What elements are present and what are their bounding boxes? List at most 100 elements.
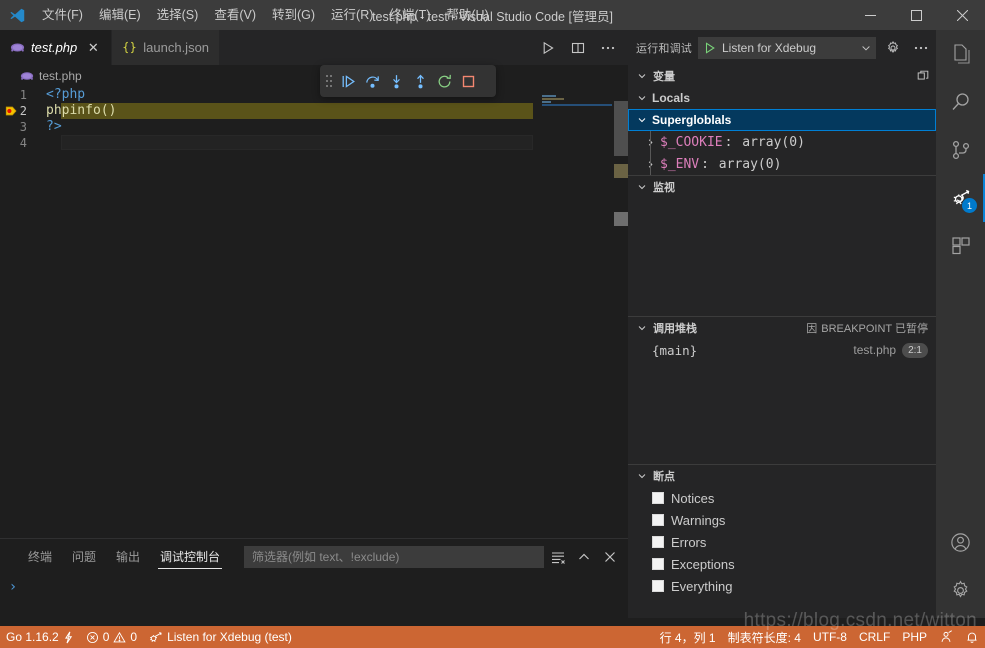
- breakpoint-item[interactable]: Warnings: [628, 509, 936, 531]
- debug-configuration-select[interactable]: Listen for Xdebug: [698, 37, 876, 59]
- maximize-panel-button[interactable]: [572, 545, 596, 569]
- debug-step-out-icon: [412, 73, 429, 90]
- breakpoint-item[interactable]: Everything: [628, 575, 936, 597]
- variable-row[interactable]: $_ENV: array(0): [628, 153, 936, 175]
- status-notifications[interactable]: [959, 626, 985, 648]
- menu-edit[interactable]: 编辑(E): [91, 0, 149, 30]
- breakpoint-item[interactable]: Exceptions: [628, 553, 936, 575]
- line-number: 3: [0, 119, 44, 135]
- debug-step-into-button[interactable]: [384, 69, 408, 93]
- accounts-button[interactable]: [936, 518, 985, 566]
- debug-step-into-icon: [388, 73, 405, 90]
- chevron-down-icon[interactable]: [860, 42, 872, 54]
- filter-input[interactable]: [250, 549, 538, 565]
- drag-handle-icon[interactable]: [322, 65, 336, 97]
- debug-restart-button[interactable]: [432, 69, 456, 93]
- callstack-frame[interactable]: {main} test.php 2:1: [628, 339, 936, 361]
- close-icon[interactable]: ✕: [85, 40, 101, 56]
- warning-count: 0: [130, 630, 137, 644]
- views-and-more-actions-button[interactable]: [910, 37, 932, 59]
- status-go-version[interactable]: Go 1.16.2: [0, 626, 80, 648]
- open-launch-json-button[interactable]: [882, 37, 904, 59]
- split-editor-button[interactable]: [564, 34, 592, 62]
- breakpoint-item[interactable]: Notices: [628, 487, 936, 509]
- sidebar-item-extensions[interactable]: [936, 222, 985, 270]
- breadcrumb[interactable]: test.php: [0, 65, 628, 87]
- breakpoint-glyph-icon[interactable]: [5, 104, 19, 118]
- close-button[interactable]: [939, 0, 985, 30]
- sidebar-item-run-and-debug[interactable]: 1: [936, 174, 985, 222]
- status-language-mode[interactable]: PHP: [896, 626, 933, 648]
- status-encoding[interactable]: UTF-8: [807, 626, 853, 648]
- copy-icon[interactable]: [916, 69, 930, 83]
- watch-section-header[interactable]: 监视: [628, 176, 936, 198]
- variables-tree[interactable]: Locals Supergloblals $_COOKIE: array(0): [628, 87, 936, 175]
- json-icon: [122, 40, 137, 55]
- tab-terminal[interactable]: 终端: [18, 539, 62, 574]
- checkbox[interactable]: [652, 514, 664, 526]
- variables-scope-locals[interactable]: Locals: [628, 87, 936, 109]
- checkbox[interactable]: [652, 558, 664, 570]
- tab-launch-json[interactable]: launch.json: [112, 30, 220, 65]
- status-debug-config[interactable]: Listen for Xdebug (test): [143, 626, 298, 648]
- checkbox[interactable]: [652, 492, 664, 504]
- tab-debug-console[interactable]: 调试控制台: [150, 539, 230, 574]
- breakpoints-section-header[interactable]: 断点: [628, 465, 936, 487]
- close-panel-button[interactable]: [598, 545, 622, 569]
- status-eol[interactable]: CRLF: [853, 626, 896, 648]
- debug-console-filter[interactable]: [244, 546, 544, 568]
- debug-stop-button[interactable]: [456, 69, 480, 93]
- menu-terminal[interactable]: 终端(T): [381, 0, 438, 30]
- debug-badge: 1: [962, 198, 977, 213]
- breadcrumb-file[interactable]: test.php: [39, 69, 82, 83]
- debug-toolbar[interactable]: [320, 65, 496, 97]
- frame-file: test.php: [853, 343, 896, 357]
- tab-problems[interactable]: 问题: [62, 539, 106, 574]
- sidebar-item-source-control[interactable]: [936, 126, 985, 174]
- run-php-file-button[interactable]: [534, 34, 562, 62]
- callstack-status: 因 BREAKPOINT 已暂停: [806, 320, 936, 336]
- code-editor[interactable]: 1 <?php 2 phpinfo() 3 ?> 4: [0, 87, 628, 538]
- manage-settings-button[interactable]: [936, 566, 985, 614]
- callstack-section-header[interactable]: 调用堆栈 因 BREAKPOINT 已暂停: [628, 317, 936, 339]
- minimize-button[interactable]: [847, 0, 893, 30]
- variables-scope-superglobals[interactable]: Supergloblals: [628, 109, 936, 131]
- status-problems[interactable]: 0 0: [80, 626, 143, 648]
- menu-view[interactable]: 查看(V): [206, 0, 264, 30]
- variable-row[interactable]: $_COOKIE: array(0): [628, 131, 936, 153]
- debug-step-over-button[interactable]: [360, 69, 384, 93]
- editor-scrollbar[interactable]: [614, 87, 628, 538]
- menu-help[interactable]: 帮助(H): [438, 0, 496, 30]
- tab-test-php[interactable]: test.php ✕: [0, 30, 112, 65]
- menu-file[interactable]: 文件(F): [34, 0, 91, 30]
- menu-selection[interactable]: 选择(S): [149, 0, 207, 30]
- watch-list[interactable]: [628, 198, 936, 316]
- menu-bar: 文件(F) 编辑(E) 选择(S) 查看(V) 转到(G) 运行(R) 终端(T…: [34, 0, 497, 30]
- play-icon[interactable]: [703, 41, 717, 55]
- callstack-list[interactable]: {main} test.php 2:1: [628, 339, 936, 361]
- scrollbar-thumb[interactable]: [614, 101, 628, 156]
- line-number: 1: [0, 87, 44, 103]
- more-actions-button[interactable]: [594, 34, 622, 62]
- maximize-button[interactable]: [893, 0, 939, 30]
- variables-section-header[interactable]: 变量: [628, 65, 936, 87]
- breakpoint-item[interactable]: Errors: [628, 531, 936, 553]
- sidebar-item-search[interactable]: [936, 78, 985, 126]
- clear-console-button[interactable]: [546, 545, 570, 569]
- tab-output[interactable]: 输出: [106, 539, 150, 574]
- breakpoints-list[interactable]: Notices Warnings Errors Exceptions Every…: [628, 487, 936, 597]
- menu-run[interactable]: 运行(R): [323, 0, 381, 30]
- status-cursor-position[interactable]: 行 4，列 1: [654, 626, 722, 648]
- debug-continue-button[interactable]: [336, 69, 360, 93]
- checkbox[interactable]: [652, 580, 664, 592]
- minimap[interactable]: [534, 87, 614, 538]
- status-indent[interactable]: 制表符长度: 4: [722, 626, 807, 648]
- debug-console-input[interactable]: ›: [0, 574, 628, 619]
- breakpoint-label: Errors: [671, 535, 706, 550]
- sidebar-item-explorer[interactable]: [936, 30, 985, 78]
- menu-go[interactable]: 转到(G): [264, 0, 323, 30]
- status-feedback[interactable]: [933, 626, 959, 648]
- debug-step-out-button[interactable]: [408, 69, 432, 93]
- checkbox[interactable]: [652, 536, 664, 548]
- account-icon: [949, 531, 972, 554]
